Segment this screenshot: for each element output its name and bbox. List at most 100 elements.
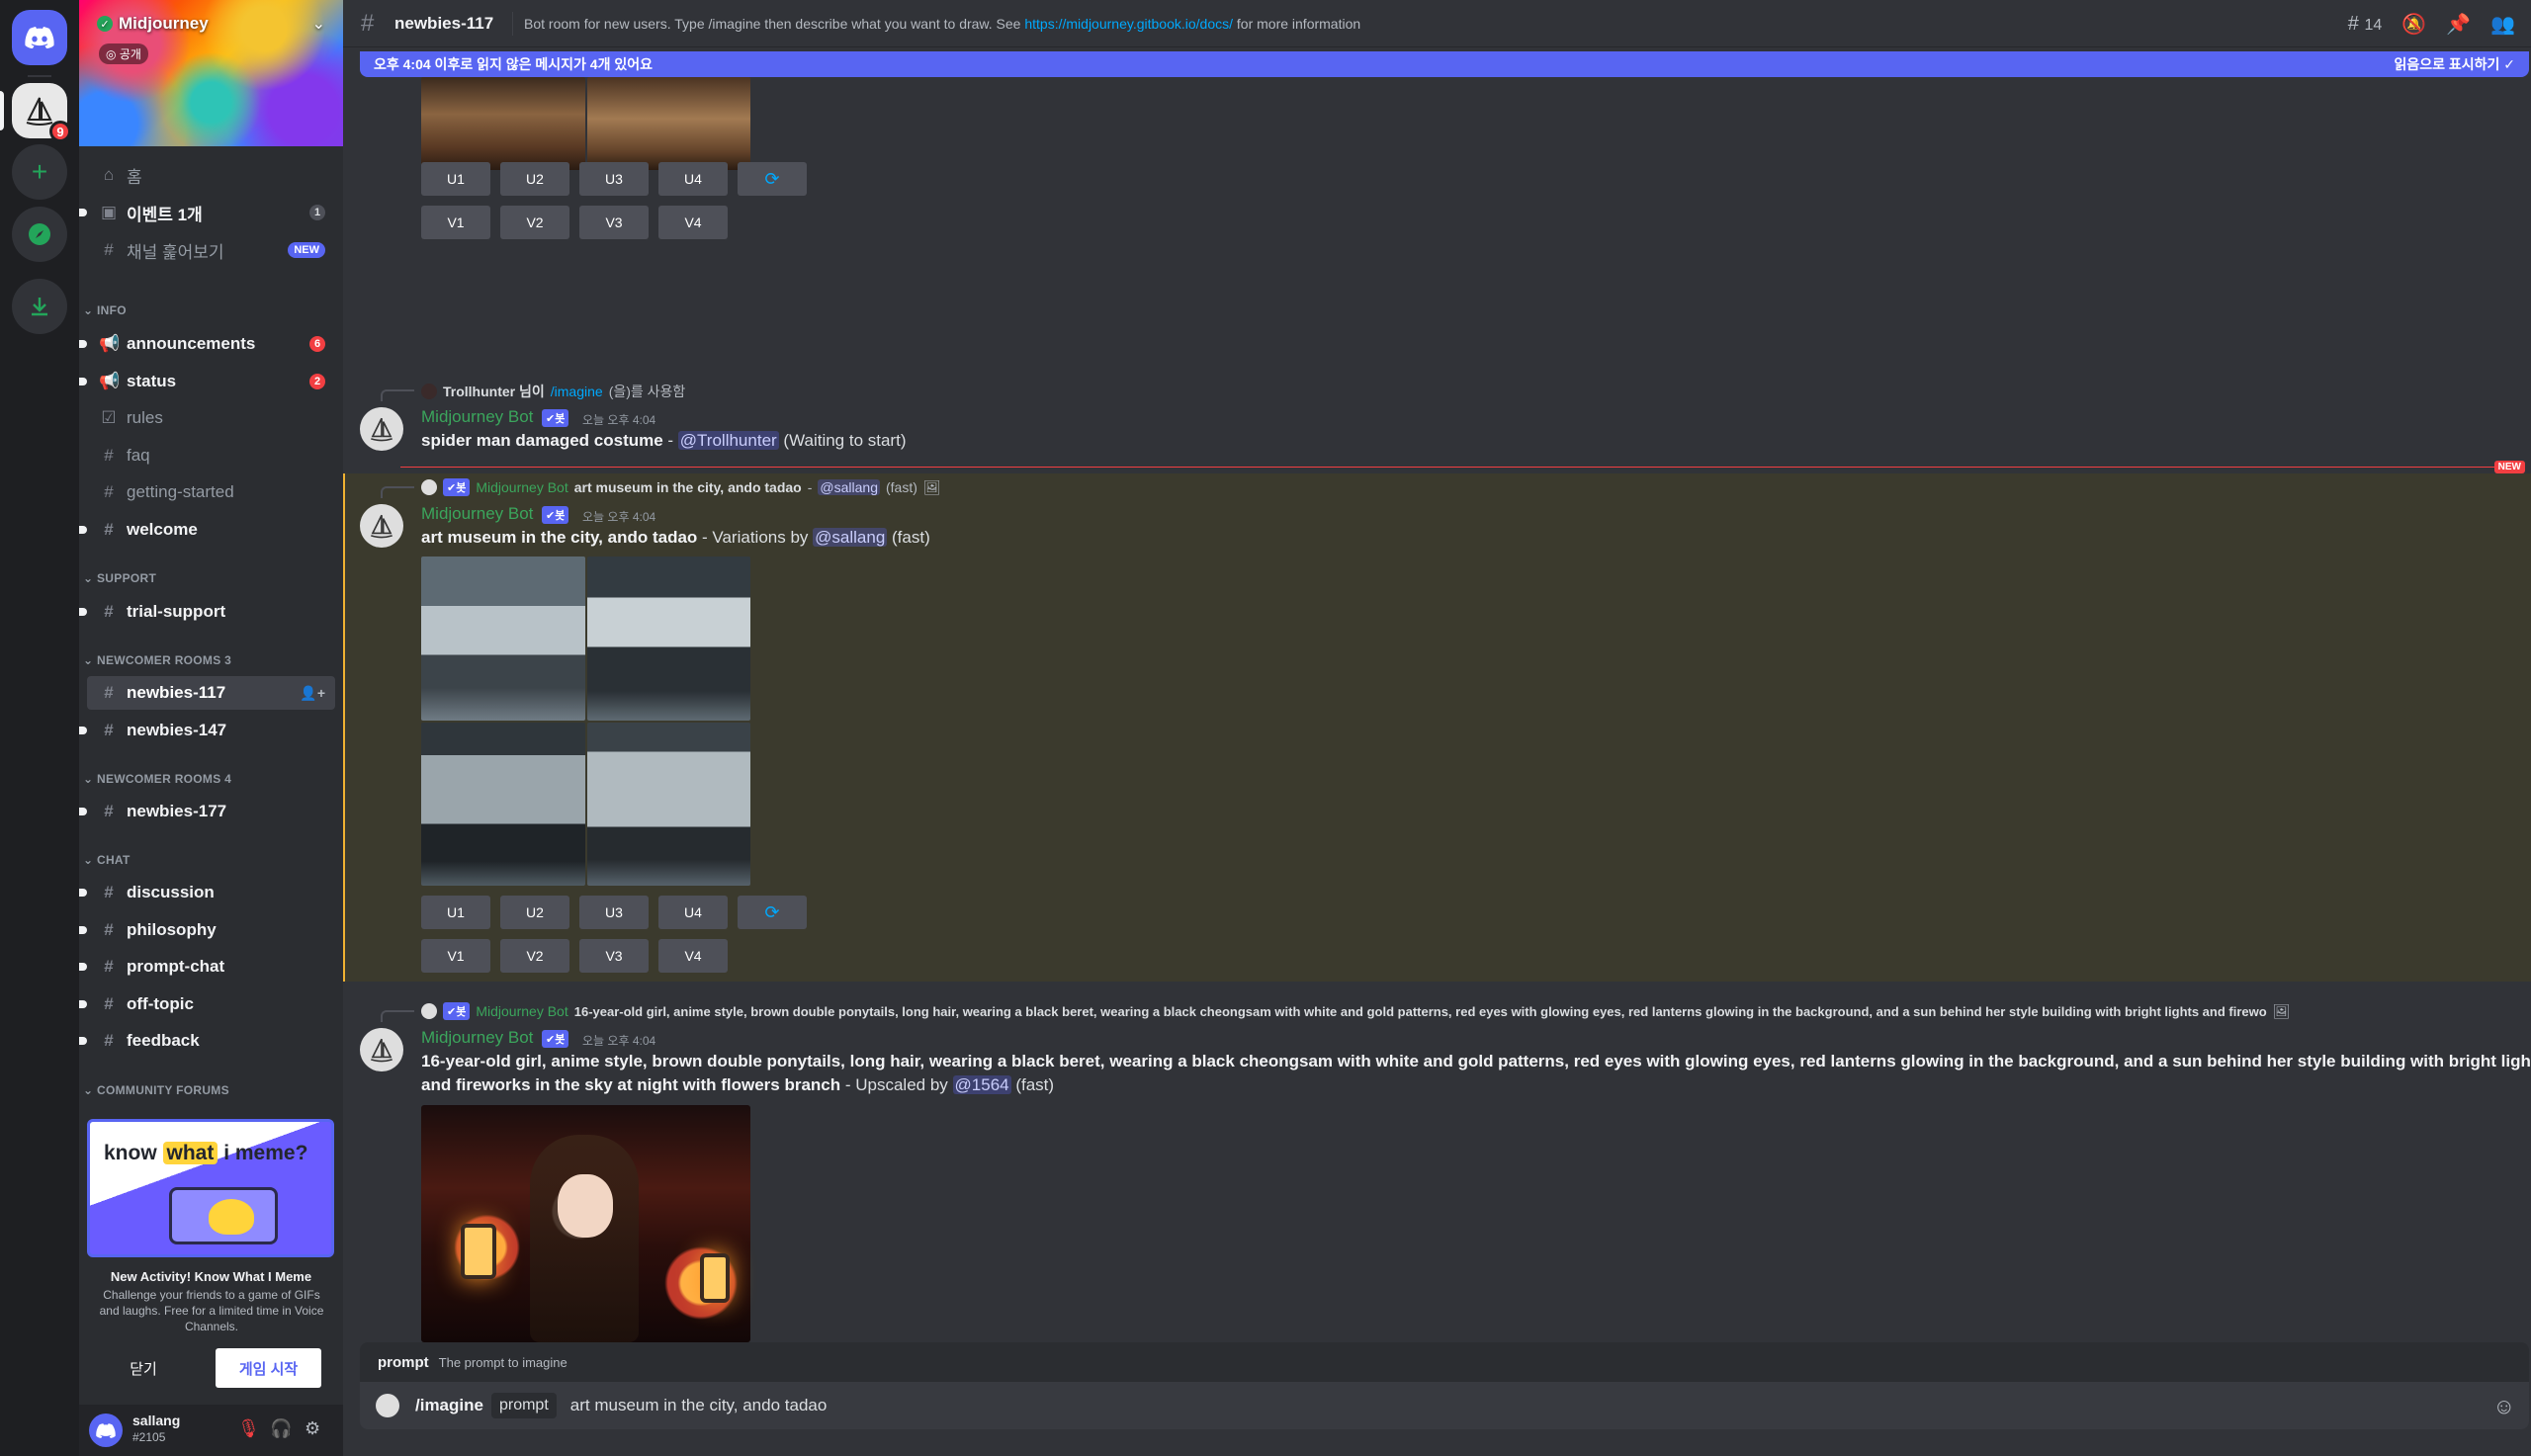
home-icon: ⌂ <box>103 165 115 184</box>
user-mention[interactable]: @sallang <box>818 479 880 495</box>
replied-message-preview[interactable]: ✔봇 Midjourney Bot 16-year-old girl, anim… <box>421 1002 2507 1020</box>
sidebar-item-label: newbies-177 <box>127 802 227 820</box>
new-badge: NEW <box>288 242 325 258</box>
member-list-icon[interactable]: 👥 <box>2490 12 2515 37</box>
image-grid-museum[interactable] <box>421 557 750 886</box>
prompt-input[interactable]: art museum in the city, ando tadao <box>570 1396 828 1415</box>
reroll-button[interactable]: ⟳ <box>738 896 807 929</box>
category-info[interactable]: ⌄ INFO <box>83 303 127 317</box>
midjourney-server-button[interactable]: 9 <box>12 83 71 142</box>
variation-button-4[interactable]: V4 <box>658 206 728 239</box>
unread-indicator <box>79 608 87 616</box>
user-mention[interactable]: @sallang <box>813 528 888 547</box>
sidebar-item-rules[interactable]: ☑ rules <box>87 401 335 435</box>
sidebar-item-prompt-chat[interactable]: # prompt-chat <box>79 950 335 984</box>
gear-icon[interactable]: ⚙ <box>305 1418 320 1439</box>
avatar[interactable] <box>360 407 403 451</box>
emoji-picker-icon[interactable]: ☺ <box>2493 1394 2515 1419</box>
sidebar-item-newbies-177[interactable]: # newbies-177 <box>79 795 335 828</box>
variation-button-1[interactable]: V1 <box>421 206 490 239</box>
command-option-hint: prompt The prompt to imagine <box>360 1342 2529 1382</box>
sidebar-item-home[interactable]: ⌂ 홈 <box>87 158 335 192</box>
upscaled-image[interactable] <box>421 1105 750 1342</box>
avatar <box>421 1003 437 1019</box>
header-toolbar: # 14 🔕 📌 👥 <box>2348 12 2515 37</box>
compass-icon <box>29 223 50 245</box>
variation-button-2[interactable]: V2 <box>500 939 569 973</box>
variation-button-2[interactable]: V2 <box>500 206 569 239</box>
option-chip[interactable]: prompt <box>490 1393 557 1418</box>
avatar[interactable] <box>360 1028 403 1071</box>
upscale-button-3[interactable]: U3 <box>579 162 649 196</box>
threads-button[interactable]: # 14 <box>2348 13 2382 36</box>
category-newcomer-rooms-3[interactable]: ⌄ NEWCOMER ROOMS 3 <box>83 653 231 667</box>
verified-icon: ✓ <box>97 16 113 32</box>
mark-as-read-button[interactable]: 읽음으로 표시하기 ✓ <box>2394 54 2515 74</box>
category-chat[interactable]: ⌄ CHAT <box>83 853 131 867</box>
message-author[interactable]: Midjourney Bot <box>421 407 533 427</box>
avatar[interactable] <box>89 1413 123 1447</box>
unread-indicator <box>79 808 87 815</box>
upscale-button-1[interactable]: U1 <box>421 162 490 196</box>
avatar[interactable] <box>360 504 403 548</box>
sidebar-item-getting-started[interactable]: # getting-started <box>87 475 335 509</box>
unread-messages-bar[interactable]: 오후 4:04 이후로 읽지 않은 메시지가 4개 있어요 읽음으로 표시하기 … <box>360 51 2529 77</box>
explore-servers-button[interactable] <box>12 207 67 262</box>
user-mention[interactable]: @Trollhunter <box>677 431 779 450</box>
server-header[interactable]: ✓ Midjourney <box>97 14 209 34</box>
topic-text-end: for more information <box>1233 16 1361 32</box>
headphones-icon[interactable]: 🎧 <box>270 1418 292 1439</box>
promo-title: know what i meme? <box>104 1142 307 1165</box>
sidebar-item-philosophy[interactable]: # philosophy <box>79 913 335 947</box>
message-author[interactable]: Midjourney Bot <box>421 1028 533 1048</box>
upscale-button-2[interactable]: U2 <box>500 896 569 929</box>
sidebar-item-faq[interactable]: # faq <box>87 439 335 472</box>
sidebar-item-browse-channels[interactable]: # 채널 훑어보기 NEW <box>87 233 335 267</box>
upscale-button-1[interactable]: U1 <box>421 896 490 929</box>
sidebar-item-newbies-117[interactable]: # newbies-117 👤+ <box>87 676 335 710</box>
variation-button-3[interactable]: V3 <box>579 206 649 239</box>
sidebar-item-announcements[interactable]: 📢 announcements 6 <box>79 327 335 361</box>
sidebar-item-newbies-147[interactable]: # newbies-147 <box>79 714 335 747</box>
message-composer[interactable]: /imagine prompt art museum in the city, … <box>360 1382 2529 1429</box>
upscale-button-2[interactable]: U2 <box>500 162 569 196</box>
upscale-button-4[interactable]: U4 <box>658 896 728 929</box>
category-community-forums[interactable]: ⌄ COMMUNITY FORUMS <box>83 1083 229 1097</box>
replied-message-preview[interactable]: ✔봇 Midjourney Bot art museum in the city… <box>421 478 941 496</box>
chevron-down-icon[interactable]: ⌄ <box>312 14 325 34</box>
docs-link[interactable]: https://midjourney.gitbook.io/docs/ <box>1024 16 1233 32</box>
invite-member-icon[interactable]: 👤+ <box>300 685 325 702</box>
upscale-button-3[interactable]: U3 <box>579 896 649 929</box>
promo-description: Challenge your friends to a game of GIFs… <box>99 1288 324 1333</box>
user-mention[interactable]: @1564 <box>952 1075 1011 1094</box>
promo-close-button[interactable]: 닫기 <box>89 1348 198 1388</box>
sidebar-item-trial-support[interactable]: # trial-support <box>79 595 335 629</box>
sidebar-item-feedback[interactable]: # feedback <box>79 1024 335 1058</box>
sidebar-item-label: announcements <box>127 334 256 353</box>
download-apps-button[interactable] <box>12 279 67 334</box>
add-server-button[interactable]: + <box>12 144 67 200</box>
reroll-button[interactable]: ⟳ <box>738 162 807 196</box>
category-support[interactable]: ⌄ SUPPORT <box>83 571 156 585</box>
slash-command[interactable]: /imagine <box>551 384 603 399</box>
channel-sidebar: ✓ Midjourney ⌄ ◎ 공개 ⌂ 홈 ▣ 이벤트 1개 1 # 채널 … <box>79 0 343 1456</box>
image-attachment-icon: 🖼 <box>2272 1002 2291 1019</box>
sidebar-item-welcome[interactable]: # welcome <box>79 513 335 547</box>
message-author[interactable]: Midjourney Bot <box>421 504 533 524</box>
pin-icon[interactable]: 📌 <box>2446 12 2471 37</box>
sidebar-item-label: 홈 <box>127 167 142 187</box>
upscale-button-4[interactable]: U4 <box>658 162 728 196</box>
unread-messages-text: 오후 4:04 이후로 읽지 않은 메시지가 4개 있어요 <box>374 56 653 72</box>
variation-button-1[interactable]: V1 <box>421 939 490 973</box>
sidebar-item-events[interactable]: ▣ 이벤트 1개 1 <box>79 196 335 229</box>
direct-messages-button[interactable] <box>12 10 67 65</box>
sidebar-item-discussion[interactable]: # discussion <box>79 876 335 909</box>
sidebar-item-status[interactable]: 📢 status 2 <box>79 365 335 398</box>
sidebar-item-off-topic[interactable]: # off-topic <box>79 987 335 1021</box>
category-newcomer-rooms-4[interactable]: ⌄ NEWCOMER ROOMS 4 <box>83 772 231 786</box>
variation-button-4[interactable]: V4 <box>658 939 728 973</box>
notification-bell-muted-icon[interactable]: 🔕 <box>2401 12 2426 37</box>
mute-microphone-icon[interactable]: 🎙 <box>237 1418 260 1439</box>
variation-button-3[interactable]: V3 <box>579 939 649 973</box>
promo-start-button[interactable]: 게임 시작 <box>216 1348 321 1388</box>
